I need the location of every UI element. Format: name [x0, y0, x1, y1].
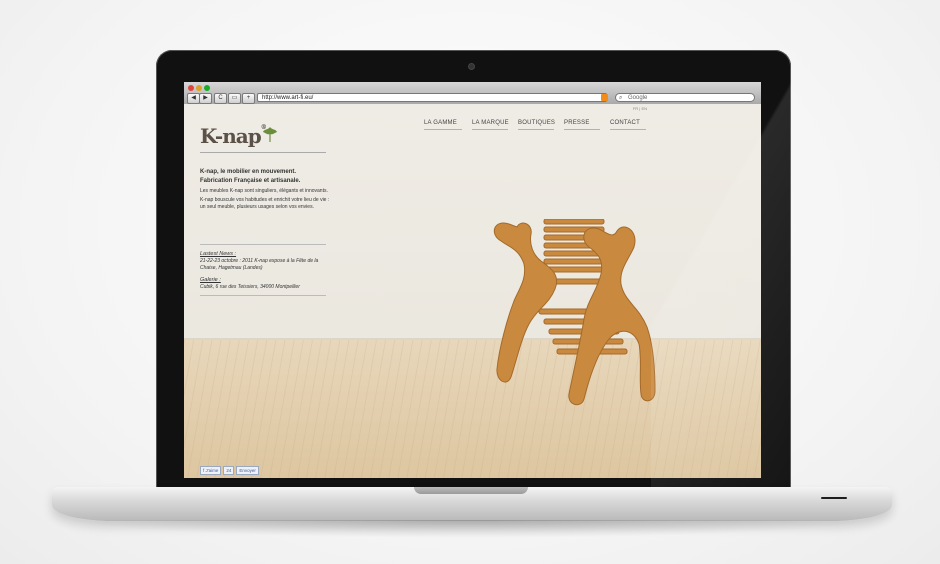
logo-divider [200, 152, 326, 153]
camera-icon [468, 63, 475, 70]
intro-block: K-nap, le mobilier en mouvement. Fabrica… [200, 168, 330, 211]
rss-icon[interactable] [601, 94, 608, 101]
address-bar[interactable]: http://www.art-fi.eu/ [257, 93, 607, 102]
nav-la-marque[interactable]: LA MARQUE [472, 120, 509, 130]
intro-title-1: K-nap, le mobilier en mouvement. [200, 169, 297, 175]
browser-toolbar: ◀ ▶ C ▭ + http://www.art-fi.eu/ ⌕ Google [184, 82, 761, 105]
intro-title-2: Fabrication Française et artisanale. [200, 178, 301, 184]
sleep-indicator [821, 497, 847, 499]
intro-text-2: K-nap bouscule vos habitudes et enrichit… [200, 197, 330, 210]
gallery-text: Cubik, 6 rue des Teissiers, 34000 Montpe… [200, 284, 300, 290]
search-icon: ⌕ [619, 95, 623, 101]
intro-text-1: Les meubles K-nap sont singuliers, éléga… [200, 188, 328, 194]
news-block: Lastest News : 21-22-23 octobre : 2011 K… [200, 250, 330, 296]
laptop-screen: ◀ ▶ C ▭ + http://www.art-fi.eu/ ⌕ Google… [184, 82, 761, 478]
search-input[interactable]: ⌕ Google [615, 93, 755, 102]
close-window-icon[interactable] [188, 85, 194, 91]
bookmark-button[interactable]: ▭ [228, 93, 241, 104]
add-bookmark-button[interactable]: + [242, 93, 255, 104]
news-divider-bottom [200, 295, 326, 296]
like-count: 24 [223, 466, 235, 475]
nav-boutiques[interactable]: BOUTIQUES [518, 120, 555, 130]
site-logo[interactable]: K-nap® [200, 124, 267, 148]
nav-contact[interactable]: CONTACT [610, 120, 646, 130]
main-nav: LA GAMME LA MARQUE BOUTIQUES PRESSE CONT… [424, 120, 646, 130]
news-text: 21-22-23 octobre : 2011 K-nap expose à l… [200, 258, 319, 271]
social-buttons: f J'aime 24 Envoyer [200, 466, 259, 475]
lid-notch [414, 487, 528, 494]
zoom-window-icon[interactable] [204, 85, 210, 91]
send-button[interactable]: Envoyer [236, 466, 259, 475]
language-switcher[interactable]: FR | EN [633, 106, 647, 111]
leaf-icon [263, 127, 277, 142]
laptop-lid: ◀ ▶ C ▭ + http://www.art-fi.eu/ ⌕ Google… [156, 50, 791, 490]
forward-button[interactable]: ▶ [199, 93, 212, 104]
wood-floor [184, 340, 761, 478]
minimize-window-icon[interactable] [196, 85, 202, 91]
wooden-chair-image [493, 219, 656, 406]
news-heading[interactable]: Lastest News : [200, 250, 330, 258]
laptop-shadow [70, 520, 870, 538]
facebook-like-button[interactable]: f J'aime [200, 466, 222, 475]
laptop-base [52, 487, 892, 521]
nav-presse[interactable]: PRESSE [564, 120, 600, 130]
gallery-heading[interactable]: Galerie : [200, 276, 330, 284]
news-divider-top [200, 244, 326, 245]
reload-button[interactable]: C [214, 93, 227, 104]
nav-la-gamme[interactable]: LA GAMME [424, 120, 462, 130]
search-placeholder: Google [628, 95, 648, 101]
web-page: FR | EN K-nap® LA GAMME LA MARQUE BOUTIQ… [184, 104, 761, 478]
logo-text: K-nap [200, 124, 262, 148]
